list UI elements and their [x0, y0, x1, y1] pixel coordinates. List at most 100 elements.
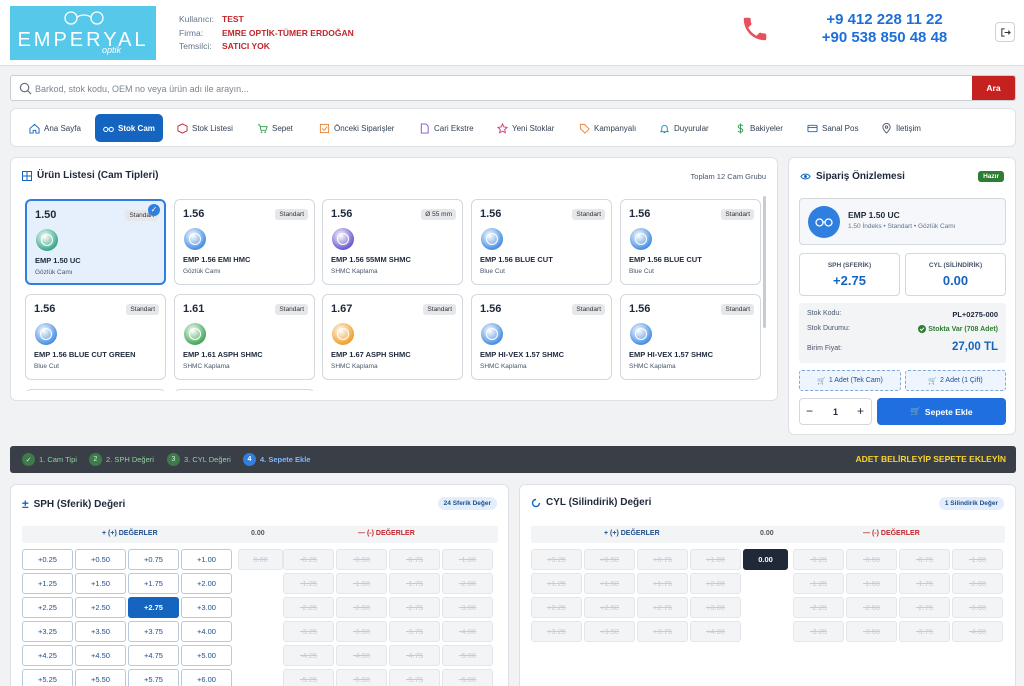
cyl-value-button[interactable]: -2.00 — [952, 573, 1003, 594]
sph-value-button[interactable]: -2.25 — [283, 597, 334, 618]
product-card[interactable]: 1.56 Standart EMP 1.56 BLUE CUT GREEN Blue … — [25, 294, 166, 380]
nav-item-cari-ekstre[interactable]: Cari Ekstre — [411, 114, 482, 142]
sph-value-button[interactable]: -2.00 — [442, 573, 493, 594]
sph-value-button[interactable]: -1.50 — [336, 573, 387, 594]
cyl-value-button[interactable]: +3.50 — [584, 621, 635, 642]
sph-value-button[interactable]: -3.00 — [442, 597, 493, 618]
cyl-value-button[interactable]: +0.50 — [584, 549, 635, 570]
cyl-value-button[interactable]: +1.75 — [637, 573, 688, 594]
cyl-value-button[interactable]: +4.00 — [690, 621, 741, 642]
nav-item-i-letişim[interactable]: İletişim — [873, 114, 929, 142]
step-2[interactable]: 2 2. SPH Değeri — [89, 453, 154, 466]
cyl-value-button[interactable]: +3.25 — [531, 621, 582, 642]
cyl-value-button[interactable]: +1.50 — [584, 573, 635, 594]
sph-value-button[interactable]: -5.25 — [283, 669, 334, 686]
sph-value-button[interactable]: +3.25 — [22, 621, 73, 642]
sph-value-button[interactable]: -4.50 — [336, 645, 387, 666]
sph-value-button[interactable]: -1.75 — [389, 573, 440, 594]
cyl-value-button[interactable]: -1.25 — [793, 573, 844, 594]
sph-value-button[interactable]: -5.75 — [389, 669, 440, 686]
sph-value-button[interactable]: -6.00 — [442, 669, 493, 686]
product-card[interactable]: 1.56 Standart EMP 1.56 BLUE CUT Blue Cut — [620, 199, 761, 285]
increment-button[interactable]: + — [857, 404, 864, 418]
cyl-value-button[interactable]: +2.00 — [690, 573, 741, 594]
product-scrollbar[interactable] — [763, 196, 766, 328]
cyl-zero-button[interactable]: 0.00 — [743, 549, 788, 570]
sph-value-button[interactable]: +0.50 — [75, 549, 126, 570]
nav-item-kampanyalı[interactable]: Kampanyalı — [571, 114, 644, 142]
sph-value-button[interactable]: +4.50 — [75, 645, 126, 666]
logout-button[interactable] — [995, 22, 1015, 42]
sph-zero-button[interactable]: 0.00 — [238, 549, 283, 570]
nav-item-önceki-siparişler[interactable]: Önceki Siparişler — [311, 114, 402, 142]
nav-item-ana-sayfa[interactable]: Ana Sayfa — [21, 114, 89, 142]
cyl-value-button[interactable]: +2.50 — [584, 597, 635, 618]
cyl-value-button[interactable]: -1.00 — [952, 549, 1003, 570]
sph-value-button[interactable]: -4.25 — [283, 645, 334, 666]
sph-value-button[interactable]: +4.75 — [128, 645, 179, 666]
cyl-value-button[interactable]: -4.00 — [952, 621, 1003, 642]
cyl-value-button[interactable]: -3.75 — [899, 621, 950, 642]
sph-value-button[interactable]: +6.00 — [181, 669, 232, 686]
sph-value-button[interactable]: -0.75 — [389, 549, 440, 570]
product-card[interactable]: 1.50 Standart EMP 1.50 UC Gözlük Camı ✓ — [25, 199, 166, 285]
sph-value-button[interactable]: -3.25 — [283, 621, 334, 642]
cyl-value-button[interactable]: -3.00 — [952, 597, 1003, 618]
cyl-value-button[interactable]: +1.00 — [690, 549, 741, 570]
pair-quantity-button[interactable]: 🛒 2 Adet (1 Çift) — [905, 370, 1006, 391]
cyl-value-button[interactable]: -0.75 — [899, 549, 950, 570]
product-card[interactable] — [174, 389, 315, 391]
cyl-value-button[interactable]: -3.25 — [793, 621, 844, 642]
step-4[interactable]: 4 4. Sepete Ekle — [243, 453, 310, 466]
sph-value-button[interactable]: -3.50 — [336, 621, 387, 642]
cyl-value-button[interactable]: -2.25 — [793, 597, 844, 618]
cyl-value-button[interactable]: +0.75 — [637, 549, 688, 570]
sph-value-button[interactable]: -0.50 — [336, 549, 387, 570]
sph-value-button[interactable]: +3.75 — [128, 621, 179, 642]
sph-value-button[interactable]: -4.00 — [442, 621, 493, 642]
cyl-value-button[interactable]: -2.75 — [899, 597, 950, 618]
cyl-value-button[interactable]: +0.25 — [531, 549, 582, 570]
sph-value-button[interactable]: +5.25 — [22, 669, 73, 686]
sph-value-button[interactable]: +0.25 — [22, 549, 73, 570]
nav-item-sanal-pos[interactable]: Sanal Pos — [799, 114, 866, 142]
nav-item-stok-listesi[interactable]: Stok Listesi — [169, 114, 241, 142]
nav-item-stok-cam[interactable]: Stok Cam — [95, 114, 163, 142]
sph-value-button[interactable]: -5.00 — [442, 645, 493, 666]
cyl-value-button[interactable]: -2.50 — [846, 597, 897, 618]
sph-value-button[interactable]: -5.50 — [336, 669, 387, 686]
sph-value-button[interactable]: +2.75 — [128, 597, 179, 618]
sph-value-button[interactable]: -0.25 — [283, 549, 334, 570]
product-card[interactable]: 1.56 Standart EMP 1.56 EMI HMC Gözlük Camı — [174, 199, 315, 285]
nav-item-sepet[interactable]: Sepet — [249, 114, 301, 142]
cyl-value-button[interactable]: +3.00 — [690, 597, 741, 618]
cyl-value-button[interactable]: +3.75 — [637, 621, 688, 642]
single-quantity-button[interactable]: 🛒 1 Adet (Tek Cam) — [799, 370, 901, 391]
nav-item-bakiyeler[interactable]: Bakiyeler — [727, 114, 791, 142]
cyl-value-button[interactable]: +2.75 — [637, 597, 688, 618]
cyl-value-button[interactable]: -3.50 — [846, 621, 897, 642]
sph-value-button[interactable]: +3.00 — [181, 597, 232, 618]
sph-value-button[interactable]: +1.00 — [181, 549, 232, 570]
cyl-value-button[interactable]: +2.25 — [531, 597, 582, 618]
add-to-cart-button[interactable]: 🛒 Sepete Ekle — [877, 398, 1006, 425]
sph-value-button[interactable]: +5.75 — [128, 669, 179, 686]
product-card[interactable]: 1.56 Standart EMP HI-VEX 1.57 SHMC SHMC Kap… — [471, 294, 612, 380]
sph-value-button[interactable]: -2.50 — [336, 597, 387, 618]
sph-value-button[interactable]: +1.75 — [128, 573, 179, 594]
sph-value-button[interactable]: -1.00 — [442, 549, 493, 570]
sph-value-button[interactable]: +1.50 — [75, 573, 126, 594]
phone-number-2[interactable]: +90 538 850 48 48 — [812, 29, 957, 47]
nav-item-yeni-stoklar[interactable]: Yeni Stoklar — [489, 114, 562, 142]
sph-value-button[interactable]: +4.00 — [181, 621, 232, 642]
sph-value-button[interactable]: -2.75 — [389, 597, 440, 618]
product-card[interactable]: 1.56 Ø 55 mm EMP 1.56 55MM SHMC SHMC Kaplam… — [322, 199, 463, 285]
cyl-value-button[interactable]: -1.75 — [899, 573, 950, 594]
step-1[interactable]: ✓ 1. Cam Tipi — [22, 453, 77, 466]
sph-value-button[interactable]: +3.50 — [75, 621, 126, 642]
cyl-value-button[interactable]: -1.50 — [846, 573, 897, 594]
cyl-value-button[interactable]: -0.25 — [793, 549, 844, 570]
sph-value-button[interactable]: +2.25 — [22, 597, 73, 618]
cyl-value-button[interactable]: +1.25 — [531, 573, 582, 594]
nav-item-duyurular[interactable]: Duyurular — [651, 114, 717, 142]
